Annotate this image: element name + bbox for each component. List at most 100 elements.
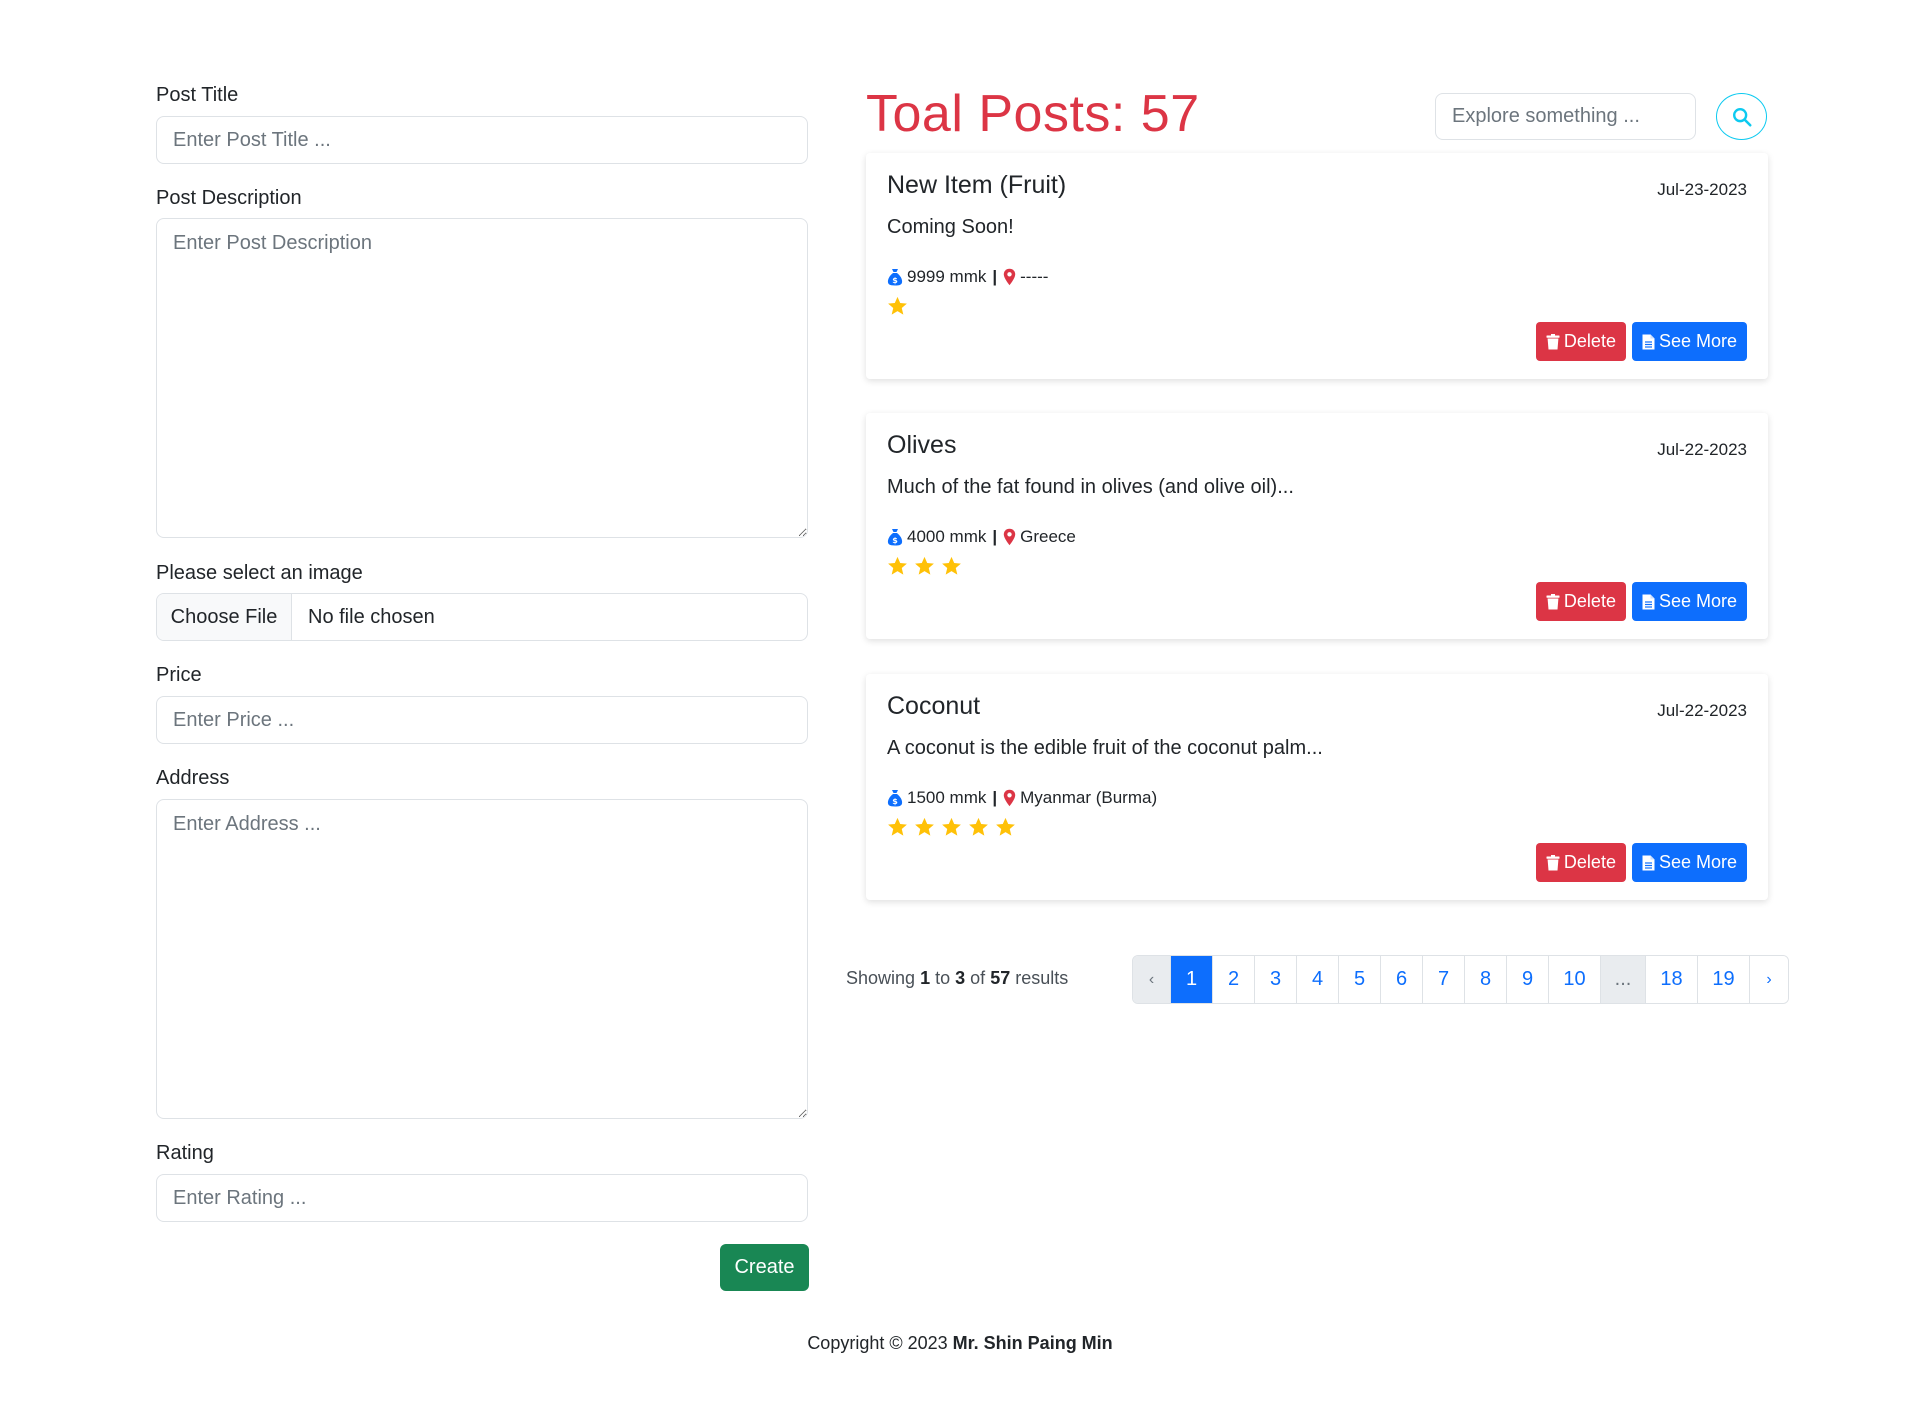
post-price: 1500 mmk	[907, 788, 987, 807]
money-bag-icon: $	[887, 790, 903, 807]
post-date: Jul-22-2023	[1657, 701, 1747, 720]
pagination-prev[interactable]: ‹	[1133, 956, 1171, 1003]
svg-text:$: $	[892, 536, 898, 545]
see-more-button[interactable]: See More	[1631, 582, 1747, 621]
choose-file-button[interactable]: Choose File	[157, 594, 292, 640]
showing-to: 3	[955, 968, 966, 988]
delete-button[interactable]: Delete	[1535, 322, 1626, 361]
footer: Copyright © 2023 Mr. Shin Paing Min	[0, 1333, 1920, 1354]
rating-stars	[887, 556, 962, 576]
pagination: ‹ 1 2 3 4 5 6 7 8 9 10... 18 19 ›	[1132, 955, 1789, 1004]
star-icon	[915, 556, 934, 575]
delete-button[interactable]: Delete	[1535, 582, 1626, 621]
rating-stars	[887, 296, 908, 316]
meta-separator: |	[992, 527, 998, 546]
pagination-page-9[interactable]: 9	[1507, 956, 1549, 1003]
post-location: Myanmar (Burma)	[1020, 788, 1158, 807]
post-meta: $ 4000 mmk | Greece	[887, 527, 1076, 547]
pagination-next[interactable]: ›	[1750, 956, 1788, 1003]
location-pin-icon	[1003, 528, 1016, 546]
address-textarea[interactable]	[156, 799, 808, 1119]
post-description-label: Post Description	[156, 187, 302, 209]
search-input[interactable]	[1435, 93, 1696, 140]
see-more-button[interactable]: See More	[1631, 843, 1747, 882]
see-more-button[interactable]: See More	[1631, 322, 1747, 361]
post-title: New Item (Fruit)	[887, 171, 1067, 199]
money-bag-icon: $	[887, 269, 903, 286]
rating-stars	[887, 817, 1016, 837]
pagination-page-8[interactable]: 8	[1465, 956, 1507, 1003]
money-bag-icon: $	[887, 529, 903, 546]
pagination-page-4[interactable]: 4	[1297, 956, 1339, 1003]
image-file-input[interactable]: Choose File No file chosen	[156, 593, 808, 641]
card-actions: Delete See More	[1535, 843, 1747, 882]
results-summary: Showing 1 to 3 of 57 results	[846, 968, 1068, 989]
search-button[interactable]	[1716, 93, 1767, 140]
post-card: Olives Jul-22-2023 Much of the fat found…	[866, 413, 1768, 639]
trash-icon	[1546, 593, 1560, 609]
pagination-page-10[interactable]: 10	[1549, 956, 1601, 1003]
pagination-page-2[interactable]: 2	[1213, 956, 1255, 1003]
showing-from: 1	[920, 968, 931, 988]
pagination-page-5[interactable]: 5	[1339, 956, 1381, 1003]
post-date: Jul-22-2023	[1657, 440, 1747, 459]
star-icon	[915, 817, 934, 836]
location-pin-icon	[1003, 789, 1016, 807]
post-location: -----	[1020, 267, 1049, 286]
post-location: Greece	[1020, 527, 1076, 546]
post-meta: $ 9999 mmk | -----	[887, 267, 1048, 287]
pagination-page-18[interactable]: 18	[1646, 956, 1698, 1003]
pagination-page-19[interactable]: 19	[1698, 956, 1750, 1003]
showing-suffix: results	[1015, 968, 1069, 988]
post-description: Much of the fat found in olives (and oli…	[887, 476, 1294, 498]
post-date: Jul-23-2023	[1657, 180, 1747, 199]
star-icon	[888, 556, 907, 575]
star-icon	[942, 556, 961, 575]
delete-label: Delete	[1563, 331, 1616, 351]
post-description: A coconut is the edible fruit of the coc…	[887, 737, 1323, 759]
see-more-label: See More	[1658, 591, 1737, 611]
meta-separator: |	[992, 788, 998, 807]
pagination-page-7[interactable]: 7	[1423, 956, 1465, 1003]
file-icon	[1642, 855, 1655, 870]
post-description: Coming Soon!	[887, 216, 1014, 238]
post-title-input[interactable]	[156, 116, 808, 164]
post-title: Coconut	[887, 692, 981, 720]
svg-text:$: $	[892, 276, 898, 285]
pagination-page-3[interactable]: 3	[1255, 956, 1297, 1003]
price-label: Price	[156, 664, 202, 686]
pagination-page-6[interactable]: 6	[1381, 956, 1423, 1003]
post-title: Olives	[887, 431, 957, 459]
see-more-label: See More	[1658, 331, 1737, 351]
post-title-label: Post Title	[156, 84, 239, 106]
card-actions: Delete See More	[1535, 582, 1747, 621]
star-icon	[888, 296, 907, 315]
star-icon	[942, 817, 961, 836]
pagination-page-1[interactable]: 1	[1171, 956, 1213, 1003]
create-button[interactable]: Create	[720, 1244, 809, 1291]
post-price: 4000 mmk	[907, 527, 987, 546]
pagination-ellipsis: ...	[1601, 956, 1646, 1003]
trash-icon	[1546, 854, 1560, 870]
post-description-textarea[interactable]	[156, 218, 808, 538]
rating-input[interactable]	[156, 1174, 808, 1222]
delete-button[interactable]: Delete	[1535, 843, 1626, 882]
showing-to-word: to	[935, 968, 951, 988]
see-more-label: See More	[1658, 852, 1737, 872]
file-icon	[1642, 334, 1655, 349]
meta-separator: |	[992, 267, 998, 286]
address-label: Address	[156, 767, 230, 789]
rating-label: Rating	[156, 1142, 214, 1164]
star-icon	[996, 817, 1015, 836]
star-icon	[969, 817, 988, 836]
post-card: New Item (Fruit) Jul-23-2023 Coming Soon…	[866, 153, 1768, 379]
card-actions: Delete See More	[1535, 322, 1747, 361]
post-meta: $ 1500 mmk | Myanmar (Burma)	[887, 788, 1157, 808]
showing-of-word: of	[970, 968, 986, 988]
copyright-text: Copyright © 2023	[807, 1333, 948, 1353]
trash-icon	[1546, 333, 1560, 349]
price-input[interactable]	[156, 696, 808, 744]
showing-total: 57	[990, 968, 1011, 988]
star-icon	[888, 817, 907, 836]
delete-label: Delete	[1563, 591, 1616, 611]
